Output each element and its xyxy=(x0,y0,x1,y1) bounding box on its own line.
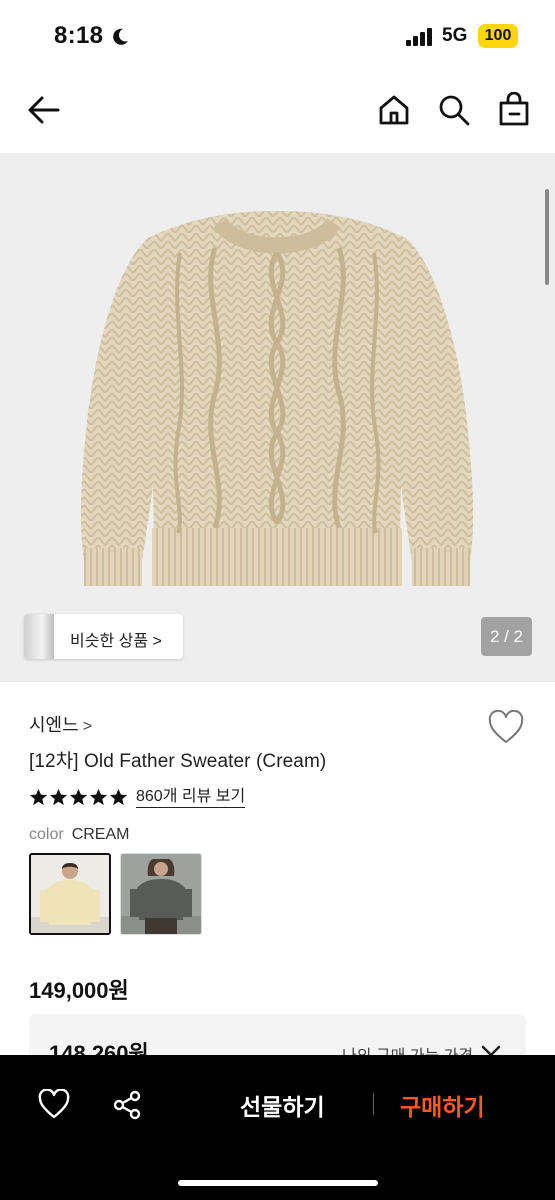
chevron-right-icon: > xyxy=(82,718,93,735)
scrollbar[interactable] xyxy=(545,189,549,285)
model-gray-image xyxy=(121,854,201,934)
star-icon xyxy=(69,788,88,805)
sweater-image xyxy=(80,211,474,586)
moon-icon xyxy=(113,28,128,45)
brand-link[interactable]: 시엔느 > xyxy=(29,711,92,737)
color-key: color xyxy=(29,826,64,843)
color-swatch-gray[interactable] xyxy=(120,853,202,935)
similar-products-label: 비슷한 상품 > xyxy=(70,633,162,650)
buy-button[interactable]: 구매하기 xyxy=(400,1088,485,1122)
search-icon[interactable] xyxy=(436,92,472,128)
star-icon xyxy=(109,788,128,805)
network-label: 5G xyxy=(442,25,468,46)
product-price: 149,000원 xyxy=(29,978,129,1003)
back-arrow-icon[interactable] xyxy=(26,92,62,128)
product-image[interactable]: 비슷한 상품 > 2 / 2 xyxy=(0,153,555,682)
signal-icon xyxy=(406,28,432,46)
app-header xyxy=(0,80,555,140)
review-link[interactable]: 860개 리뷰 보기 xyxy=(136,787,246,808)
similar-product-thumbnail xyxy=(24,614,54,659)
product-title: [12차] Old Father Sweater (Cream) xyxy=(29,751,327,772)
image-counter: 2 / 2 xyxy=(481,617,532,656)
shopping-bag-icon[interactable] xyxy=(496,92,532,128)
battery-indicator: 100 xyxy=(478,24,518,48)
rating-row: 860개 리뷰 보기 xyxy=(29,785,246,809)
star-icon xyxy=(49,788,68,805)
color-swatch-cream[interactable] xyxy=(29,853,111,935)
gift-button[interactable]: 선물하기 xyxy=(240,1088,325,1122)
color-value: CREAM xyxy=(71,826,130,843)
heart-icon[interactable] xyxy=(38,1089,70,1121)
home-icon[interactable] xyxy=(376,92,412,128)
star-icon xyxy=(29,788,48,805)
divider xyxy=(373,1093,374,1115)
bottom-action-bar: 선물하기 구매하기 xyxy=(0,1055,555,1200)
brand-name: 시엔느 xyxy=(29,715,79,735)
color-row: color CREAM xyxy=(29,826,129,844)
star-icon xyxy=(89,788,108,805)
share-icon[interactable] xyxy=(111,1089,143,1121)
home-indicator xyxy=(178,1180,378,1186)
status-bar: 8:18 5G 100 xyxy=(0,0,555,72)
heart-icon[interactable] xyxy=(487,710,525,746)
similar-products-button[interactable]: 비슷한 상품 > xyxy=(24,614,183,659)
model-cream-image xyxy=(31,855,109,933)
status-time: 8:18 xyxy=(54,22,104,49)
rating-stars xyxy=(29,788,128,807)
